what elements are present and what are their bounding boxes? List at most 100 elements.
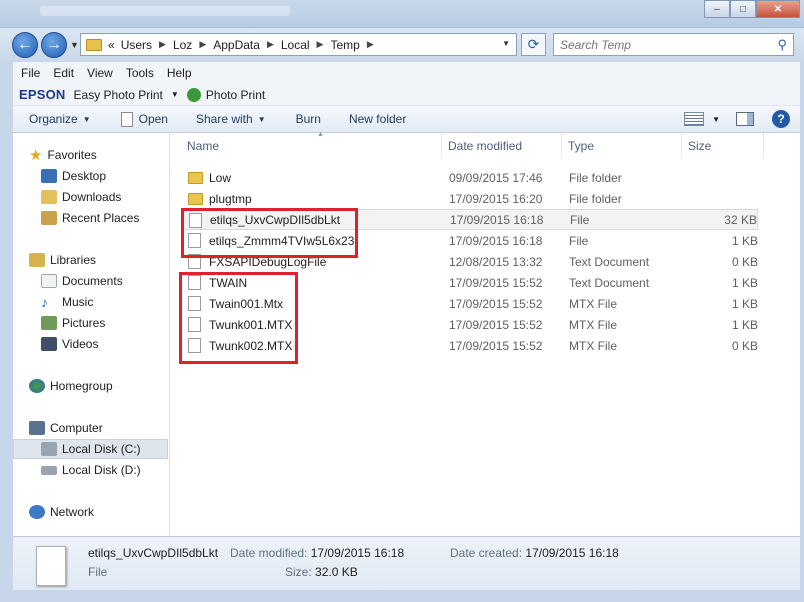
file-size: 32 KB [724,212,757,227]
file-type: MTX File [569,296,617,311]
drive-icon [41,465,57,475]
file-size: 1 KB [731,233,758,248]
address-bar[interactable]: « Users ▶ Loz ▶ AppData ▶ Local ▶ Temp ▶… [80,33,517,56]
sidebar-item-network[interactable]: Network [29,502,94,522]
computer-icon [29,421,45,435]
sort-up-icon: ▲ [317,131,324,138]
folder-icon [188,172,203,184]
breadcrumb-temp[interactable]: Temp [330,38,359,52]
file-date: 17/09/2015 16:18 [450,212,544,227]
breadcrumb-local[interactable]: Local [281,38,310,52]
network-icon [29,505,45,519]
breadcrumb-loz[interactable]: Loz [173,38,192,52]
epson-logo: EPSON [19,87,66,102]
details-size: Size: 32.0 KB [285,565,358,579]
file-type: File folder [569,170,622,185]
menu-edit[interactable]: Edit [53,66,74,80]
sidebar-label: Documents [62,274,123,288]
menu-tools[interactable]: Tools [126,66,154,80]
sidebar-item-favorites[interactable]: ★ Favorites [29,145,97,165]
search-icon[interactable]: ⚲ [777,37,787,53]
pictures-icon [41,316,57,330]
minimize-button[interactable]: – [704,0,730,18]
music-icon: ♪ [41,294,48,310]
file-date: 17/09/2015 16:20 [449,191,543,206]
breadcrumb-separator-icon[interactable]: ▶ [159,39,166,50]
sidebar-item-local-disk-c[interactable]: Local Disk (C:) [13,439,168,459]
sidebar-item-desktop[interactable]: Desktop [41,166,106,186]
open-button[interactable]: Open [120,111,168,127]
title-blur [40,6,290,16]
menu-view[interactable]: View [87,66,113,80]
sidebar-label: Computer [50,421,103,435]
column-header-date-modified[interactable]: Date modified [442,133,562,158]
breadcrumb-separator-icon[interactable]: ▶ [199,39,206,50]
refresh-button[interactable]: ⟳ [521,33,546,56]
new-folder-button[interactable]: New folder [349,112,406,126]
share-with-button[interactable]: Share with ▼ [196,112,266,126]
close-button[interactable]: ✕ [756,0,800,18]
breadcrumb-overflow[interactable]: « [108,38,115,52]
page-icon [120,111,133,127]
easy-photo-print-button[interactable]: Easy Photo Print [74,88,163,102]
chevron-down-icon[interactable]: ▼ [171,90,179,99]
help-icon[interactable]: ? [772,110,790,128]
sidebar-item-music[interactable]: ♪ Music [41,292,93,312]
chevron-down-icon[interactable]: ▼ [712,115,720,124]
file-row[interactable]: Low 09/09/2015 17:46 File folder [181,167,758,188]
column-header-name[interactable]: Name ▲ [181,131,442,158]
burn-button[interactable]: Burn [296,112,321,126]
back-button[interactable]: ← [12,32,38,58]
column-header-type[interactable]: Type [562,133,682,158]
sidebar-item-downloads[interactable]: Downloads [41,187,121,207]
menu-help[interactable]: Help [167,66,192,80]
file-date: 17/09/2015 15:52 [449,296,543,311]
printer-icon [186,87,201,102]
breadcrumb-users[interactable]: Users [121,38,152,52]
organize-label: Organize [29,112,78,126]
change-view-icon[interactable] [684,112,705,126]
breadcrumb: « Users ▶ Loz ▶ AppData ▶ Local ▶ Temp ▶ [108,38,381,52]
details-label: Size: [285,565,312,579]
file-size: 1 KB [731,275,758,290]
file-type: Text Document [569,275,650,290]
chevron-down-icon: ▼ [257,114,266,124]
share-with-label: Share with [195,112,253,126]
file-name: Low [209,170,232,185]
column-label: Size [688,138,712,153]
maximize-button[interactable]: □ [730,0,756,18]
file-type: Text Document [569,254,650,269]
burn-label: Burn [295,112,321,126]
open-label: Open [138,112,168,126]
breadcrumb-separator-icon[interactable]: ▶ [317,39,324,50]
breadcrumb-appdata[interactable]: AppData [213,38,260,52]
sidebar-item-local-disk-d[interactable]: Local Disk (D:) [41,460,141,480]
window-controls: – □ ✕ [704,0,800,18]
sidebar-item-documents[interactable]: Documents [41,271,123,291]
sidebar-item-pictures[interactable]: Pictures [41,313,105,333]
sidebar-item-libraries[interactable]: Libraries [29,250,96,270]
file-type: MTX File [569,338,617,353]
forward-button[interactable]: → [41,32,67,58]
search-box[interactable]: ⚲ [553,33,794,56]
organize-button[interactable]: Organize ▼ [29,112,91,126]
photo-print-button[interactable]: Photo Print [206,88,265,102]
sidebar-item-computer[interactable]: Computer [29,418,103,438]
file-name: plugtmp [209,191,252,206]
sidebar-item-recent-places[interactable]: Recent Places [41,208,139,228]
new-folder-label: New folder [348,112,407,126]
sidebar-item-videos[interactable]: Videos [41,334,98,354]
breadcrumb-separator-icon[interactable]: ▶ [267,39,274,50]
file-row[interactable]: plugtmp 17/09/2015 16:20 File folder [181,188,758,209]
folder-icon [86,38,102,51]
libraries-icon [29,253,45,267]
file-type: File [570,212,590,227]
preview-pane-icon[interactable] [736,112,754,126]
sidebar-item-homegroup[interactable]: Homegroup [29,376,113,396]
address-dropdown-icon[interactable]: ▼ [502,39,510,48]
column-header-size[interactable]: Size [682,133,764,158]
recent-pages-dropdown-icon[interactable]: ▼ [70,40,79,50]
breadcrumb-separator-icon[interactable]: ▶ [367,39,374,50]
menu-file[interactable]: File [21,66,40,80]
search-input[interactable] [560,37,760,52]
